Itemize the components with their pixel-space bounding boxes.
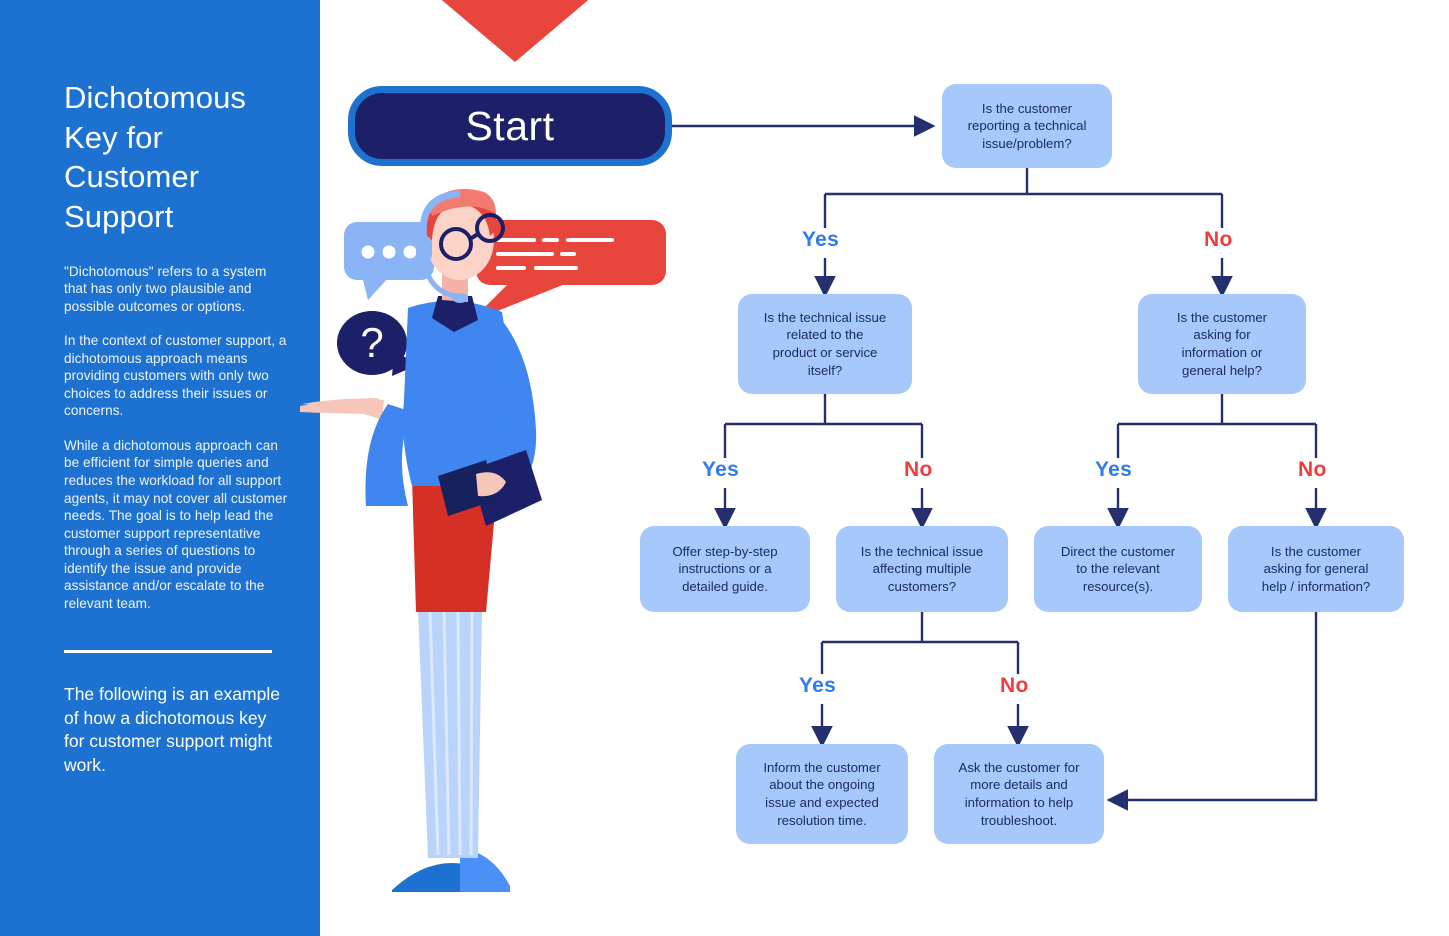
sidebar-paragraph-1: "Dichotomous" refers to a system that ha…	[64, 263, 267, 314]
node-q2-product-or-service[interactable]: Is the technical issue related to the pr…	[738, 294, 912, 394]
flowchart-canvas: ? Start Is the customer reporting a tech…	[300, 0, 1449, 936]
branch-label-q2r-no: No	[1298, 458, 1327, 481]
branch-label-q1-no: No	[1204, 228, 1233, 251]
sidebar-divider	[64, 650, 272, 654]
node-offer-instructions-label: Offer step-by-step instructions or a det…	[672, 543, 778, 594]
node-q1-technical-issue[interactable]: Is the customer reporting a technical is…	[942, 84, 1112, 168]
node-q1-label: Is the customer reporting a technical is…	[967, 100, 1087, 151]
node-q2-information-or-help[interactable]: Is the customer asking for information o…	[1138, 294, 1306, 394]
branch-label-q3-yes: Yes	[799, 674, 837, 697]
start-node-label: Start	[465, 102, 555, 149]
sidebar-paragraph-3: While a dichotomous approach can be effi…	[64, 437, 288, 611]
branch-label-q2l-no: No	[904, 458, 933, 481]
node-ask-details-label: Ask the customer for more details and in…	[958, 759, 1080, 828]
node-q3-general-help-label: Is the customer asking for general help …	[1261, 543, 1371, 594]
node-q3-affecting-label: Is the technical issue affecting multipl…	[860, 543, 984, 594]
infographic-page: Dichotomous Key for Customer Support "Di…	[0, 0, 1449, 936]
node-q2-left-label: Is the technical issue related to the pr…	[763, 309, 887, 378]
node-direct-to-resources[interactable]: Direct the customer to the relevant reso…	[1034, 526, 1202, 612]
node-offer-instructions[interactable]: Offer step-by-step instructions or a det…	[640, 526, 810, 612]
page-title: Dichotomous Key for Customer Support	[64, 80, 247, 235]
node-inform-ongoing-issue[interactable]: Inform the customer about the ongoing is…	[736, 744, 908, 844]
node-inform-label: Inform the customer about the ongoing is…	[763, 759, 881, 828]
node-q3-affecting-multiple[interactable]: Is the technical issue affecting multipl…	[836, 526, 1008, 612]
node-ask-more-details[interactable]: Ask the customer for more details and in…	[934, 744, 1104, 844]
start-node[interactable]: Start	[348, 86, 672, 166]
node-q3-general-help[interactable]: Is the customer asking for general help …	[1228, 526, 1404, 612]
branch-label-q1-yes: Yes	[802, 228, 840, 251]
branch-label-q2r-yes: Yes	[1095, 458, 1133, 481]
sidebar-panel: Dichotomous Key for Customer Support "Di…	[0, 0, 320, 936]
node-q2-right-label: Is the customer asking for information o…	[1176, 309, 1268, 378]
sidebar-paragraph-2: In the context of customer support, a di…	[64, 333, 287, 419]
sidebar-footer-text: The following is an example of how a dic…	[64, 684, 280, 775]
connector-q3r-to-ask	[1106, 612, 1318, 811]
branch-label-q2l-yes: Yes	[702, 458, 740, 481]
branch-label-q3-no: No	[1000, 674, 1029, 697]
node-direct-resources-label: Direct the customer to the relevant reso…	[1060, 543, 1176, 594]
sidebar-content: Dichotomous Key for Customer Support "Di…	[64, 78, 288, 777]
